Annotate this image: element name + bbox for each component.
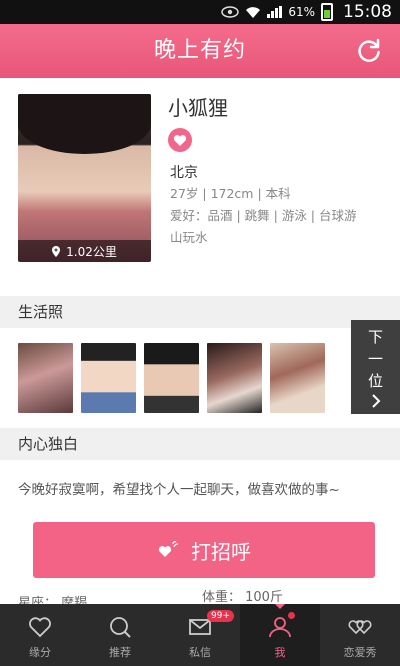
tab-label: 缘分 bbox=[29, 646, 51, 659]
next-label-3: 位 bbox=[367, 372, 383, 390]
heart-icon bbox=[173, 134, 187, 146]
next-label-1: 下 bbox=[367, 328, 383, 346]
life-photo[interactable] bbox=[81, 343, 136, 413]
chevron-right-icon bbox=[371, 394, 380, 408]
greet-button[interactable]: 打招呼 bbox=[33, 522, 375, 578]
tab-messages[interactable]: 99+ 私信 bbox=[160, 604, 240, 666]
bio-section-title: 内心独白 bbox=[0, 428, 400, 460]
heart-icon bbox=[29, 617, 51, 638]
photo-strip bbox=[0, 330, 400, 426]
profile-facts: 星座： 摩羯 体重： 100斤 bbox=[0, 582, 400, 604]
sync-icon bbox=[221, 6, 240, 18]
profile-card: 1.02公里 小狐狸 北京 27岁 | 172cm | 本科 爱好：品酒 | 跳… bbox=[0, 78, 400, 288]
tab-recommend[interactable]: 推荐 bbox=[80, 604, 160, 666]
profile-name: 小狐狸 bbox=[168, 96, 228, 120]
tab-label: 私信 bbox=[189, 646, 211, 659]
signal-icon bbox=[267, 6, 283, 18]
tab-fate[interactable]: 缘分 bbox=[0, 604, 80, 666]
tab-label: 我 bbox=[274, 646, 286, 659]
bio-text: 今晚好寂寞啊，希望找个人一起聊天，做喜欢做的事~ bbox=[18, 482, 340, 498]
wifi-icon bbox=[246, 7, 261, 18]
refresh-icon[interactable] bbox=[356, 38, 382, 64]
fact-weight: 体重： 100斤 bbox=[202, 590, 283, 604]
tab-label: 恋爱秀 bbox=[343, 646, 377, 659]
next-person-button[interactable]: 下 一 位 bbox=[351, 320, 400, 414]
unread-badge: 99+ bbox=[207, 610, 234, 622]
location-pin-icon bbox=[52, 245, 61, 257]
distance-text: 1.02公里 bbox=[66, 244, 117, 259]
like-badge[interactable] bbox=[168, 128, 192, 152]
search-icon bbox=[110, 617, 131, 638]
fact-zodiac: 星座： 摩羯 bbox=[18, 596, 88, 604]
double-heart-icon bbox=[348, 620, 372, 635]
heart-icon bbox=[158, 541, 179, 557]
bottom-tab-bar: 缘分 推荐 99+ 私信 我 恋爱秀 bbox=[0, 604, 400, 666]
life-photo[interactable] bbox=[270, 343, 325, 413]
life-photo[interactable] bbox=[18, 343, 73, 413]
profile-hobbies: 爱好：品酒 | 跳舞 | 游泳 | 台球游山玩水 bbox=[170, 208, 357, 245]
app-header: 晚上有约 bbox=[0, 24, 400, 78]
profile-photo[interactable]: 1.02公里 bbox=[18, 94, 151, 262]
life-photo[interactable] bbox=[207, 343, 262, 413]
tab-me[interactable]: 我 bbox=[240, 604, 320, 666]
profile-city: 北京 bbox=[170, 165, 198, 181]
battery-icon bbox=[321, 3, 333, 21]
clock: 15:08 bbox=[343, 2, 392, 22]
tab-label: 推荐 bbox=[109, 646, 131, 659]
battery-percent: 61% bbox=[288, 5, 315, 19]
profile-meta: 27岁 | 172cm | 本科 bbox=[170, 186, 291, 201]
life-photo[interactable] bbox=[144, 343, 199, 413]
status-bar: 61% 15:08 bbox=[0, 0, 400, 24]
photos-section-title: 生活照 bbox=[0, 296, 400, 328]
next-label-2: 一 bbox=[367, 350, 383, 368]
page-title: 晚上有约 bbox=[153, 38, 246, 63]
greet-label: 打招呼 bbox=[191, 539, 251, 564]
distance-bar: 1.02公里 bbox=[18, 240, 151, 262]
tab-love-show[interactable]: 恋爱秀 bbox=[320, 604, 400, 666]
notification-dot bbox=[288, 612, 295, 619]
